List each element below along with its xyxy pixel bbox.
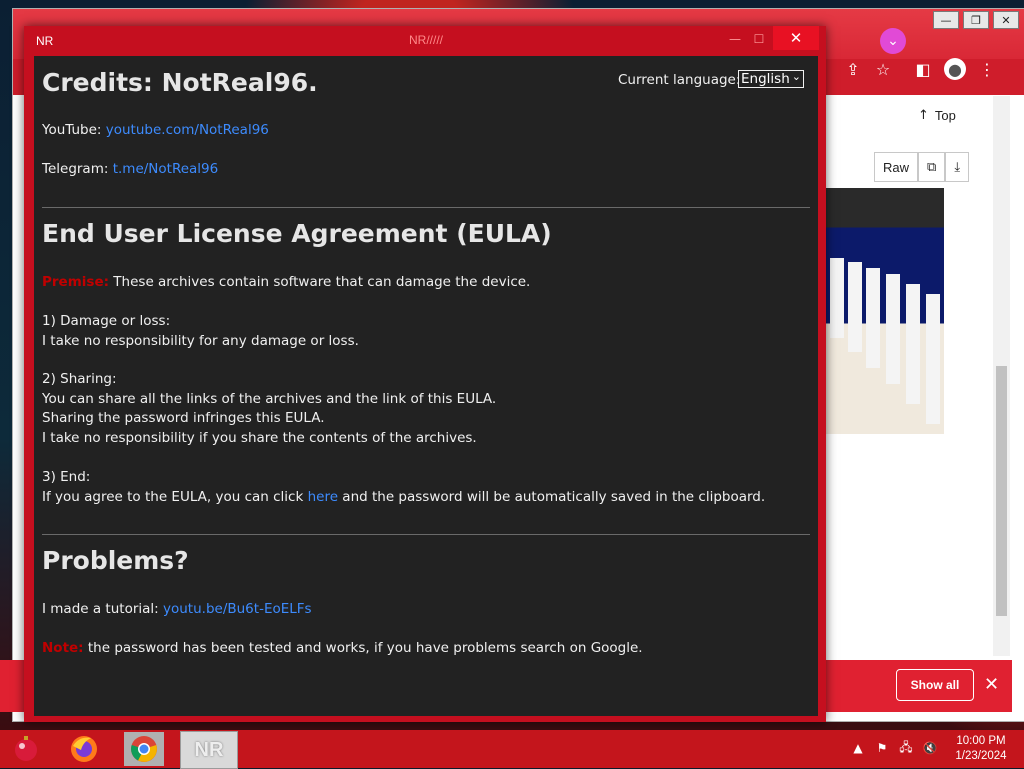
nr-window-title: NR [36,34,54,48]
section-2: 2) Sharing: You can share all the links … [42,370,496,448]
download-icon[interactable]: ⤓ [945,152,970,182]
bookmark-star-icon[interactable]: ☆ [872,58,894,80]
telegram-label: Telegram: [42,161,109,177]
language-select-value: English [741,71,790,87]
section-3-post: and the password will be automatically s… [342,488,766,505]
section-1-title: 1) Damage or loss: [42,313,171,329]
nr-dialog-window: NR NR///// — ☐ ✕ Current language: Engli… [24,26,826,722]
nr-titlebar: NR NR///// — ☐ ✕ [24,26,826,54]
volume-muted-icon[interactable]: 🔇 [922,740,938,756]
clock-time: 10:00 PM [956,735,1006,747]
raw-button[interactable]: Raw [874,152,919,182]
more-menu-icon[interactable]: ⋮ [976,58,998,80]
nr-maximize-icon[interactable]: ☐ [748,30,770,48]
nr-minimize-icon[interactable]: — [724,30,746,48]
note-label: Note: [42,640,84,656]
top-link[interactable]: ↑ Top [918,108,956,123]
scrollbar-thumb[interactable] [996,366,1007,616]
youtube-line: YouTube: youtube.com/NotReal96 [42,121,269,141]
nr-dialog-body: Current language: English ⌄ Credits: Not… [34,56,818,716]
section-divider [42,207,810,208]
flag-icon[interactable]: ⚑ [874,740,890,756]
close-downloads-icon[interactable]: ✕ [984,674,999,695]
maximize-icon[interactable]: ❐ [963,11,989,29]
section-2-title: 2) Sharing: [42,371,117,387]
page-scrollbar[interactable] [993,96,1010,656]
profile-avatar-icon[interactable]: ● [944,58,966,80]
tutorial-link[interactable]: youtu.be/Bu6t-EoELFs [163,601,312,617]
section-2-line: You can share all the links of the archi… [42,390,497,407]
telegram-link[interactable]: t.me/NotReal96 [113,161,219,177]
credits-heading: Credits: NotReal96. [42,68,318,97]
close-icon[interactable]: ✕ [993,11,1019,29]
eula-heading: End User License Agreement (EULA) [42,219,552,248]
chevron-down-icon: ⌄ [791,70,801,83]
side-panel-icon[interactable]: ◧ [912,58,934,80]
youtube-label: YouTube: [42,122,102,138]
network-icon[interactable]: 🖧 [898,740,914,756]
copy-icon[interactable]: ⧉ [918,152,946,182]
telegram-line: Telegram: t.me/NotReal96 [42,160,218,180]
preview-image [826,188,944,434]
section-divider [42,534,810,535]
tutorial-line: I made a tutorial: youtu.be/Bu6t-EoELFs [42,600,312,620]
language-select[interactable]: English ⌄ [738,70,804,88]
chrome-icon[interactable] [124,732,164,766]
clock-date: 1/23/2024 [955,750,1007,762]
section-1: 1) Damage or loss: I take no responsibil… [42,312,359,351]
tutorial-label: I made a tutorial: [42,601,159,617]
arrow-up-icon: ↑ [918,108,929,123]
premise-line: Premise: These archives contain software… [42,273,530,293]
section-1-line: I take no responsibility for any damage … [42,332,359,349]
note-line: Note: the password has been tested and w… [42,639,643,659]
nr-taskbar-button[interactable]: NR [180,731,238,769]
firefox-icon[interactable] [64,732,104,766]
agree-here-link[interactable]: here [308,489,338,505]
section-3-line: If you agree to the EULA, you can click … [42,488,765,508]
language-label: Current language: [618,72,741,88]
section-3-title: 3) End: [42,469,91,485]
minimize-icon[interactable]: — [933,11,959,29]
premise-label: Premise: [42,274,109,290]
section-2-line: I take no responsibility if you share th… [42,429,477,446]
section-2-line: Sharing the password infringes this EULA… [42,410,325,426]
taskbar-clock[interactable]: 10:00 PM 1/23/2024 [948,734,1014,764]
problems-heading: Problems? [42,546,189,575]
nr-window-title-center: NR///// [409,33,444,47]
file-actions: Raw ⧉ ⤓ [874,152,970,182]
start-ornament-icon[interactable] [6,732,46,766]
youtube-link[interactable]: youtube.com/NotReal96 [106,122,269,138]
tray-expand-icon[interactable]: ▲ [850,740,866,756]
share-icon[interactable]: ⇪ [842,58,864,80]
note-text: the password has been tested and works, … [87,640,643,656]
browser-caption-buttons: — ❐ ✕ [933,11,1019,29]
tab-search-icon[interactable]: ⌄ [880,28,906,54]
section-3: 3) End: If you agree to the EULA, you ca… [42,468,765,507]
show-all-button[interactable]: Show all [896,669,974,701]
nr-close-button[interactable]: ✕ [773,26,819,50]
section-3-pre: If you agree to the EULA, you can click [42,488,304,505]
premise-text: These archives contain software that can… [113,274,531,290]
top-link-label: Top [934,108,956,123]
